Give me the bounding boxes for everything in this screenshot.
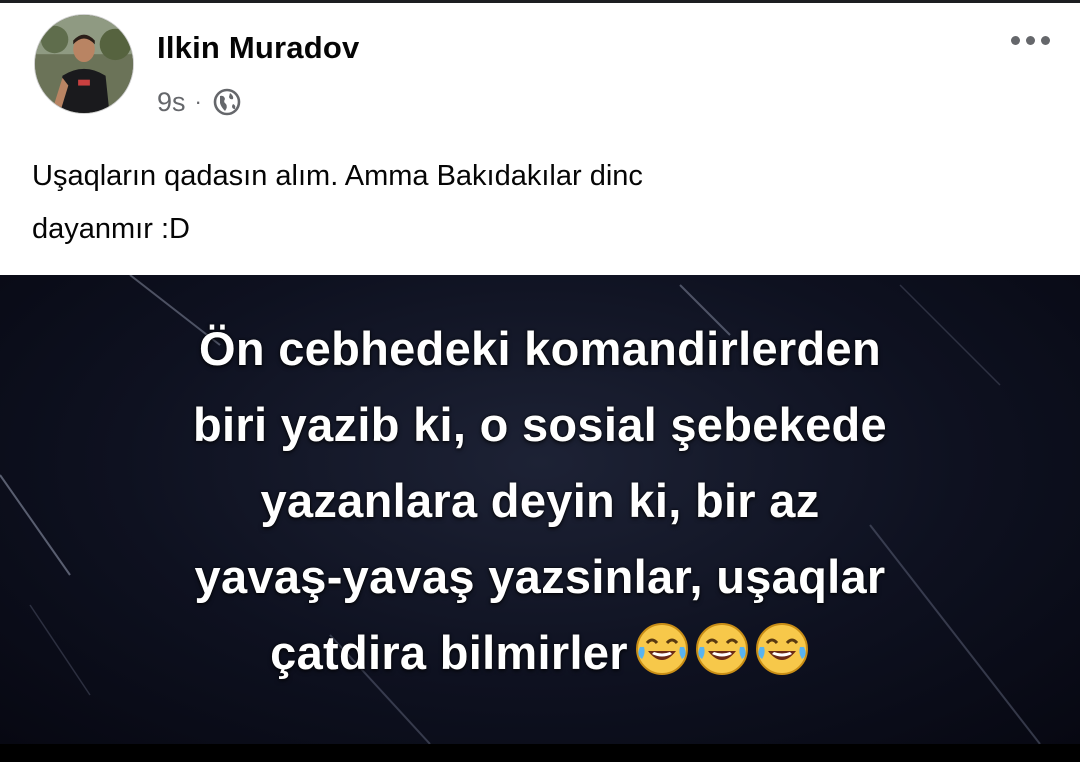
post-text: Uşaqların qadasın alım. Amma Bakıdakılar…	[32, 150, 1032, 256]
more-dot	[1040, 35, 1050, 45]
avatar[interactable]	[34, 14, 134, 114]
image-text-line: çatdira bilmirler	[270, 626, 628, 679]
image-text-line: biri yazib ki, o sosial şebekede	[192, 398, 887, 451]
post-text-line: dayanmır :D	[32, 213, 190, 245]
meta-separator: ·	[194, 89, 202, 114]
post-text-line: Uşaqların qadasın alım. Amma Bakıdakılar…	[32, 160, 643, 192]
post-image[interactable]: Ön cebhedeki komandirlerden biri yazib k…	[0, 275, 1080, 744]
post-header: Ilkin Muradov 9s ·	[0, 0, 1080, 140]
emoji-row	[630, 621, 810, 677]
laughing-emoji-icon	[754, 621, 810, 677]
bottom-bar	[0, 744, 1080, 762]
image-caption: Ön cebhedeki komandirlerden biri yazib k…	[0, 311, 1080, 691]
more-dot	[1010, 35, 1020, 45]
image-text-line: Ön cebhedeki komandirlerden	[199, 322, 881, 375]
more-dot	[1025, 35, 1035, 45]
laughing-emoji-icon	[634, 621, 690, 677]
post-timestamp[interactable]: 9s	[157, 87, 186, 118]
author-name[interactable]: Ilkin Muradov	[157, 30, 359, 66]
more-options-icon[interactable]	[1002, 24, 1058, 56]
post-meta: 9s ·	[157, 86, 242, 118]
image-text-last-line: çatdira bilmirler	[0, 615, 1080, 691]
image-text-line: yazanlara deyin ki, bir az	[260, 474, 820, 527]
globe-icon[interactable]	[212, 87, 242, 117]
laughing-emoji-icon	[694, 621, 750, 677]
image-text-line: yavaş-yavaş yazsinlar, uşaqlar	[194, 550, 886, 603]
avatar-photo	[35, 15, 133, 113]
